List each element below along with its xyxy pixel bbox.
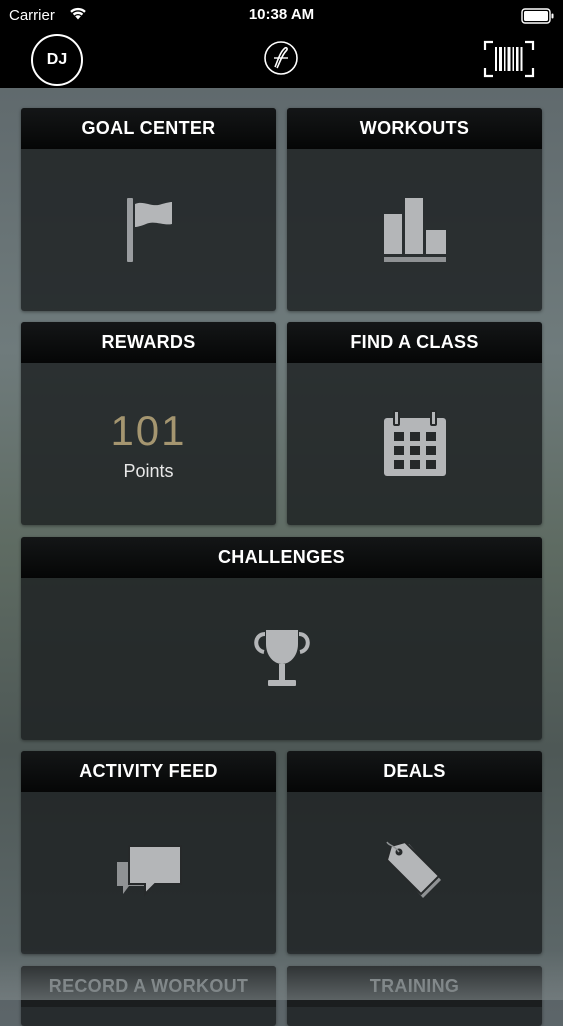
training-title: TRAINING xyxy=(287,966,542,1007)
workouts-title: WORKOUTS xyxy=(287,108,542,149)
challenges-title: CHALLENGES xyxy=(21,537,542,578)
challenges-tile[interactable]: CHALLENGES xyxy=(21,537,542,740)
goal-center-title: GOAL CENTER xyxy=(21,108,276,149)
chat-bubbles-icon xyxy=(116,845,182,897)
status-bar: Carrier 10:38 AM xyxy=(0,0,563,32)
activity-feed-tile[interactable]: ACTIVITY FEED xyxy=(21,751,276,954)
status-time: 10:38 AM xyxy=(248,6,315,23)
points-label: Points xyxy=(123,460,174,481)
flag-icon xyxy=(126,198,172,262)
rewards-tile[interactable]: REWARDS 101 Points xyxy=(21,322,276,525)
record-a-workout-tile[interactable]: RECORD A WORKOUT xyxy=(21,966,276,1026)
calendar-icon xyxy=(383,410,446,476)
workouts-tile[interactable]: WORKOUTS xyxy=(287,108,542,311)
avatar[interactable]: DJ xyxy=(31,34,83,86)
barcode-icon[interactable] xyxy=(483,40,535,78)
deals-title: DEALS xyxy=(287,751,542,792)
trophy-icon xyxy=(253,630,310,686)
goal-center-tile[interactable]: GOAL CENTER xyxy=(21,108,276,311)
logo-icon[interactable] xyxy=(263,40,299,76)
battery-icon xyxy=(521,8,554,24)
training-tile[interactable]: TRAINING xyxy=(287,966,542,1026)
find-a-class-title: FIND A CLASS xyxy=(287,322,542,363)
rewards-title: REWARDS xyxy=(21,322,276,363)
top-nav-bar: DJ xyxy=(0,32,563,88)
deals-tile[interactable]: DEALS xyxy=(287,751,542,954)
bar-chart-icon xyxy=(383,198,446,262)
points-value: 101 xyxy=(110,406,187,454)
tag-icon xyxy=(385,840,441,898)
record-a-workout-title: RECORD A WORKOUT xyxy=(21,966,276,1007)
activity-feed-title: ACTIVITY FEED xyxy=(21,751,276,792)
find-a-class-tile[interactable]: FIND A CLASS xyxy=(287,322,542,525)
